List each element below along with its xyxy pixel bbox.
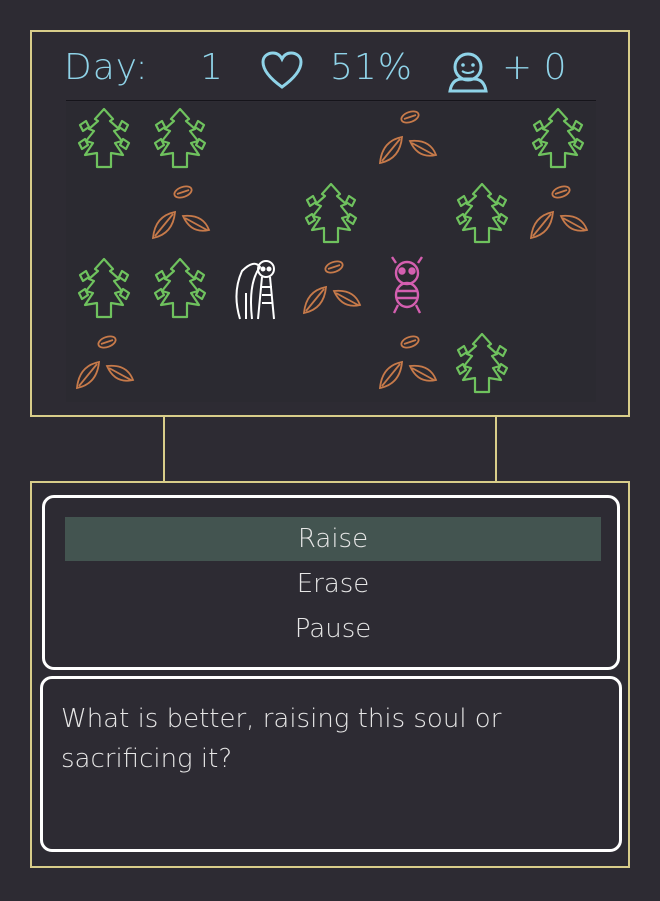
day-label: Day: <box>64 47 149 88</box>
health-percent: 51% <box>330 47 414 88</box>
menu-item-erase[interactable]: Erase <box>65 562 601 606</box>
action-menu: Raise Erase Pause <box>42 495 620 670</box>
game-grid[interactable] <box>66 102 596 402</box>
tree-icon[interactable] <box>445 178 519 252</box>
status-bar: Day: 1 51% + 0 <box>32 43 592 97</box>
souls-count: + 0 <box>502 47 567 88</box>
critter-icon[interactable] <box>370 253 444 327</box>
leaves-icon[interactable] <box>521 178 595 252</box>
leaves-icon[interactable] <box>67 328 141 402</box>
leaves-icon[interactable] <box>294 253 368 327</box>
soul-face-icon <box>444 51 492 102</box>
panel-connector-right <box>495 417 497 481</box>
tree-icon[interactable] <box>143 103 217 177</box>
skeleton-icon[interactable] <box>218 253 292 327</box>
menu-item-pause[interactable]: Pause <box>65 607 601 651</box>
tree-icon[interactable] <box>67 103 141 177</box>
leaves-icon[interactable] <box>370 103 444 177</box>
tree-icon[interactable] <box>445 328 519 402</box>
dialog-text: What is better, raising this soul or sac… <box>61 704 502 774</box>
dialog-box: What is better, raising this soul or sac… <box>40 676 622 852</box>
tree-icon[interactable] <box>294 178 368 252</box>
tree-icon[interactable] <box>67 253 141 327</box>
day-value: 1 <box>200 47 223 88</box>
tree-icon[interactable] <box>521 103 595 177</box>
leaves-icon[interactable] <box>370 328 444 402</box>
panel-connector-left <box>163 417 165 481</box>
heart-outline-icon <box>260 51 304 100</box>
leaves-icon[interactable] <box>143 178 217 252</box>
menu-item-raise[interactable]: Raise <box>65 517 601 561</box>
hud-divider <box>66 100 596 101</box>
tree-icon[interactable] <box>143 253 217 327</box>
